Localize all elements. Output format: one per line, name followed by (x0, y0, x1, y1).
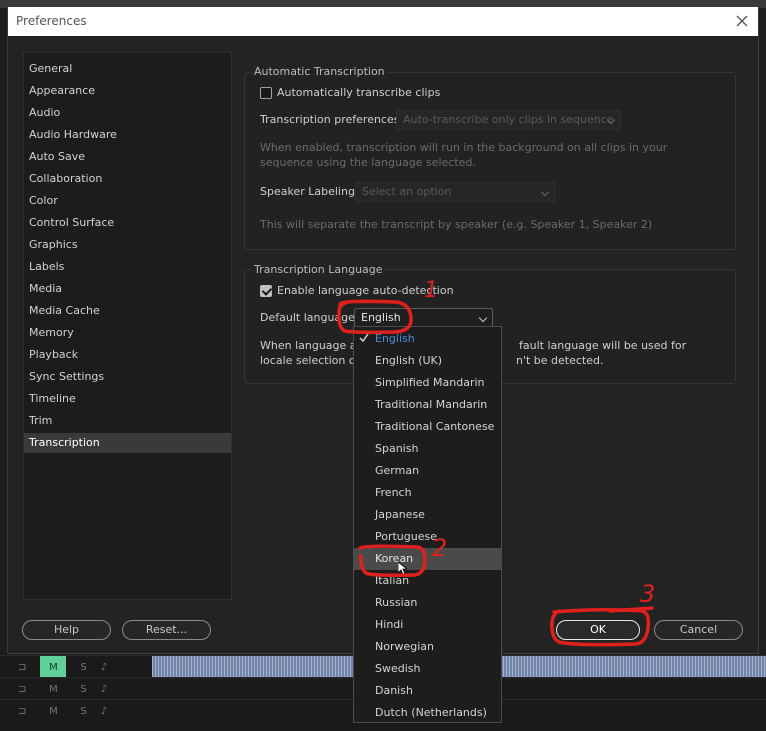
dialog-titlebar: Preferences (8, 7, 758, 36)
language-option-japanese[interactable]: Japanese (354, 504, 501, 526)
sidebar-item-trim[interactable]: Trim (24, 411, 231, 431)
speaker-labeling-label: Speaker Labeling: (260, 185, 359, 198)
track-output-icon[interactable]: ⊐ (18, 684, 26, 695)
language-option-hindi[interactable]: Hindi (354, 614, 501, 636)
language-option-traditional-mandarin[interactable]: Traditional Mandarin (354, 394, 501, 416)
mic-icon[interactable]: ♪ (101, 706, 107, 717)
sidebar-item-appearance[interactable]: Appearance (24, 81, 231, 101)
solo-button[interactable]: S (80, 662, 86, 673)
track-output-icon[interactable]: ⊐ (18, 706, 26, 717)
language-option-german[interactable]: German (354, 460, 501, 482)
auto-detection-checkbox[interactable] (260, 285, 272, 297)
language-option-english[interactable]: English (354, 328, 501, 350)
sidebar-item-auto-save[interactable]: Auto Save (24, 147, 231, 167)
cancel-button[interactable]: Cancel (654, 620, 743, 640)
speaker-labeling-placeholder: Select an option (362, 185, 452, 198)
language-option-russian[interactable]: Russian (354, 592, 501, 614)
mute-button[interactable]: M (40, 700, 66, 722)
sidebar-item-collaboration[interactable]: Collaboration (24, 169, 231, 189)
mute-button[interactable]: M (40, 678, 66, 700)
sidebar-item-graphics[interactable]: Graphics (24, 235, 231, 255)
language-option-dutch-netherlands[interactable]: Dutch (Netherlands) (354, 702, 501, 724)
sidebar-item-labels[interactable]: Labels (24, 257, 231, 277)
default-language-label: Default language: (260, 311, 359, 324)
sidebar-item-general[interactable]: General (24, 59, 231, 79)
speaker-labeling-note: This will separate the transcript by spe… (260, 218, 653, 231)
sidebar-item-control-surface[interactable]: Control Surface (24, 213, 231, 233)
auto-transcription-note-line2: sequence using the language selected. (260, 156, 476, 169)
transcription-language-legend: Transcription Language (252, 263, 385, 276)
language-option-label: English (375, 332, 415, 345)
language-option-danish[interactable]: Danish (354, 680, 501, 702)
default-language-select[interactable]: English (354, 308, 493, 328)
mic-icon[interactable]: ♪ (101, 684, 107, 695)
default-language-value: English (361, 311, 401, 324)
language-note-line2-end: n't be detected. (516, 354, 604, 367)
chevron-down-icon (478, 313, 488, 323)
auto-transcription-note-line1: When enabled, transcription will run in … (260, 141, 668, 154)
language-option-portuguese[interactable]: Portuguese (354, 526, 501, 548)
dialog-title: Preferences (16, 14, 87, 28)
language-option-english-uk[interactable]: English (UK) (354, 350, 501, 372)
speaker-labeling-select[interactable]: Select an option (355, 182, 555, 202)
language-option-simplified-mandarin[interactable]: Simplified Mandarin (354, 372, 501, 394)
ok-button[interactable]: OK (556, 620, 640, 640)
sidebar-item-color[interactable]: Color (24, 191, 231, 211)
sidebar-item-audio-hardware[interactable]: Audio Hardware (24, 125, 231, 145)
track-output-icon[interactable]: ⊐ (18, 662, 26, 673)
language-option-french[interactable]: French (354, 482, 501, 504)
auto-detection-label: Enable language auto-detection (277, 284, 454, 297)
transcription-preferences-select[interactable]: Auto-transcribe only clips in sequence (396, 110, 621, 130)
automatic-transcription-legend: Automatic Transcription (252, 65, 387, 78)
sidebar-item-playback[interactable]: Playback (24, 345, 231, 365)
language-note-line1-end: fault language will be used for (519, 339, 687, 352)
close-icon[interactable] (732, 11, 752, 31)
sidebar-item-media-cache[interactable]: Media Cache (24, 301, 231, 321)
mute-button[interactable]: M (40, 656, 67, 678)
language-dropdown-list: English English (UK) Simplified Mandarin… (353, 326, 502, 723)
reset-button[interactable]: Reset... (122, 620, 211, 640)
sidebar-item-sync-settings[interactable]: Sync Settings (24, 367, 231, 387)
sidebar-item-transcription[interactable]: Transcription (24, 433, 231, 453)
sidebar-item-timeline[interactable]: Timeline (24, 389, 231, 409)
language-option-traditional-cantonese[interactable]: Traditional Cantonese (354, 416, 501, 438)
transcription-preferences-value: Auto-transcribe only clips in sequence (403, 113, 614, 126)
language-option-spanish[interactable]: Spanish (354, 438, 501, 460)
language-option-korean[interactable]: Korean (354, 548, 501, 570)
language-option-norwegian[interactable]: Norwegian (354, 636, 501, 658)
sidebar-item-media[interactable]: Media (24, 279, 231, 299)
preferences-sidebar: General Appearance Audio Audio Hardware … (23, 52, 232, 600)
language-note-line1-start: When language au (260, 339, 364, 352)
language-option-swedish[interactable]: Swedish (354, 658, 501, 680)
sidebar-item-audio[interactable]: Audio (24, 103, 231, 123)
mic-icon[interactable]: ♪ (101, 662, 107, 673)
mouse-cursor-icon (398, 562, 407, 576)
solo-button[interactable]: S (80, 706, 86, 717)
checkmark-icon (359, 333, 369, 343)
sidebar-item-memory[interactable]: Memory (24, 323, 231, 343)
chevron-down-icon (540, 187, 550, 197)
transcription-preferences-label: Transcription preferences: (260, 113, 404, 126)
auto-transcribe-checkbox[interactable] (260, 87, 272, 99)
language-note-line2-start: locale selection or (260, 354, 361, 367)
solo-button[interactable]: S (80, 684, 86, 695)
help-button[interactable]: Help (22, 620, 111, 640)
language-option-italian[interactable]: Italian (354, 570, 501, 592)
auto-transcribe-label: Automatically transcribe clips (277, 86, 441, 99)
